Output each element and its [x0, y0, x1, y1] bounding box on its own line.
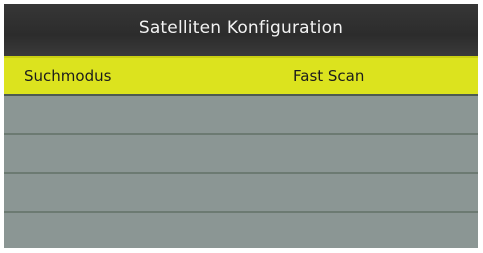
menu-item-value[interactable]: Fast Scan [293, 67, 364, 85]
menu-item-label: Suchmodus [24, 67, 112, 85]
tv-screen: Satelliten Konfiguration Suchmodus Fast … [4, 4, 478, 248]
empty-menu-row [4, 174, 478, 213]
empty-menu-row [4, 96, 478, 135]
page-title: Satelliten Konfiguration [138, 18, 344, 38]
empty-menu-row [4, 213, 478, 248]
empty-menu-row [4, 135, 478, 174]
menu-item-suchmodus[interactable]: Suchmodus Fast Scan [4, 56, 478, 96]
menu-header: Satelliten Konfiguration [4, 4, 478, 56]
